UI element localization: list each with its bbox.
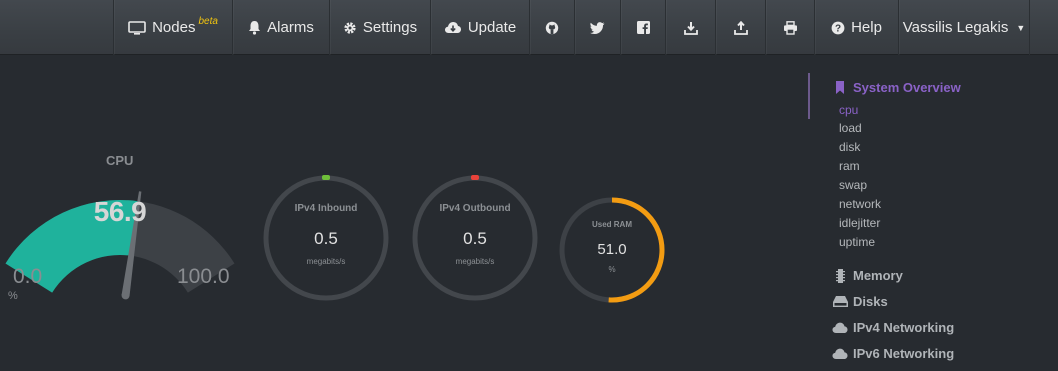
ipv4-outbound-marker	[471, 175, 479, 180]
question-circle-icon: ?	[831, 21, 845, 35]
svg-text:?: ?	[835, 23, 841, 34]
alarms-button[interactable]: Alarms	[233, 0, 330, 55]
sidebar-item-disk[interactable]: disk	[839, 140, 860, 154]
caret-down-icon: ▼	[1016, 22, 1026, 33]
memory-label: Memory	[853, 268, 903, 283]
sidebar-item-swap[interactable]: swap	[839, 178, 867, 192]
ipv4-inbound-marker	[322, 175, 330, 180]
settings-label: Settings	[362, 19, 418, 36]
nodes-label: Nodes	[152, 19, 196, 36]
print-button[interactable]	[766, 0, 815, 55]
cloud-icon	[832, 348, 848, 359]
hdd-icon	[832, 296, 848, 307]
ipv4-inbound-unit: megabits/s	[306, 257, 346, 266]
github-icon	[545, 21, 559, 35]
help-button[interactable]: ? Help	[815, 0, 899, 55]
sidebar-section-memory[interactable]: Memory	[832, 268, 903, 283]
cpu-gauge-unit: %	[8, 290, 18, 302]
ipv4-networking-label: IPv4 Networking	[853, 320, 955, 335]
help-label: Help	[851, 19, 882, 36]
settings-button[interactable]: Settings	[330, 0, 431, 55]
sidebar-section-ipv6[interactable]: IPv6 Networking	[832, 346, 954, 361]
sidebar-section-system-overview[interactable]: System Overview	[832, 80, 961, 95]
github-button[interactable]	[530, 0, 575, 55]
memory-chip-icon	[832, 268, 848, 283]
print-icon	[783, 20, 798, 35]
ipv6-networking-label: IPv6 Networking	[853, 346, 955, 361]
sidebar-item-ram[interactable]: ram	[839, 159, 860, 173]
cpu-gauge-value: 56.9	[93, 196, 147, 227]
disks-label: Disks	[853, 294, 888, 309]
gauge-needle-end	[121, 291, 130, 300]
cpu-gauge-max: 100.0	[177, 265, 230, 288]
ipv4-inbound-title: IPv4 Inbound	[294, 203, 358, 214]
sidebar-item-load[interactable]: load	[839, 121, 862, 135]
used-ram-title: Used RAM	[591, 220, 632, 229]
ipv4-outbound-title: IPv4 Outbound	[439, 203, 511, 214]
update-button[interactable]: Update	[431, 0, 530, 55]
used-ram-unit: %	[608, 265, 616, 274]
download-icon	[683, 21, 698, 35]
cloud-download-icon	[444, 21, 462, 34]
upload-icon	[733, 20, 748, 35]
ipv4-outbound-unit: megabits/s	[455, 257, 495, 266]
sidebar-item-network[interactable]: network	[839, 197, 881, 211]
alarms-label: Alarms	[267, 19, 314, 36]
sidebar-item-uptime[interactable]: uptime	[839, 235, 875, 249]
twitter-icon	[590, 21, 605, 34]
upload-button[interactable]	[716, 0, 766, 55]
sidebar-item-idlejitter[interactable]: idlejitter	[839, 216, 880, 230]
cpu-gauge-title: CPU	[106, 153, 134, 168]
bookmark-icon	[832, 81, 848, 94]
sidebar-section-disks[interactable]: Disks	[832, 294, 888, 309]
gear-icon	[343, 21, 357, 35]
nodes-button[interactable]: Nodes beta	[114, 0, 233, 55]
ipv4-outbound-value: 0.5	[463, 229, 487, 248]
used-ram-value: 51.0	[597, 241, 627, 258]
download-button[interactable]	[666, 0, 716, 55]
bell-icon	[248, 20, 261, 35]
update-label: Update	[467, 19, 517, 36]
ipv4-outbound-chart: IPv4 Outbound 0.5 megabits/s	[411, 174, 539, 302]
cpu-gauge-min: 0.0	[13, 265, 43, 288]
cloud-icon	[832, 322, 848, 333]
facebook-button[interactable]	[621, 0, 666, 55]
twitter-button[interactable]	[575, 0, 621, 55]
used-ram-chart: Used RAM 51.0 %	[548, 186, 676, 314]
system-overview-label: System Overview	[853, 80, 961, 95]
beta-badge: beta	[198, 16, 218, 27]
facebook-icon	[636, 21, 650, 34]
ipv4-inbound-chart: IPv4 Inbound 0.5 megabits/s	[262, 174, 390, 302]
user-name: Vassilis Legakis	[902, 19, 1009, 36]
sidebar-section-ipv4[interactable]: IPv4 Networking	[832, 320, 954, 335]
nav-menu: Nodes beta Alarms Settings Update ? Help…	[113, 0, 1030, 55]
user-menu-button[interactable]: Vassilis Legakis ▼	[899, 0, 1030, 55]
monitor-icon	[128, 20, 146, 35]
top-navbar: Nodes beta Alarms Settings Update ? Help…	[0, 0, 1058, 55]
sidebar-active-indicator	[808, 73, 810, 119]
sidebar-item-cpu[interactable]: cpu	[839, 103, 858, 117]
ipv4-inbound-value: 0.5	[314, 229, 338, 248]
